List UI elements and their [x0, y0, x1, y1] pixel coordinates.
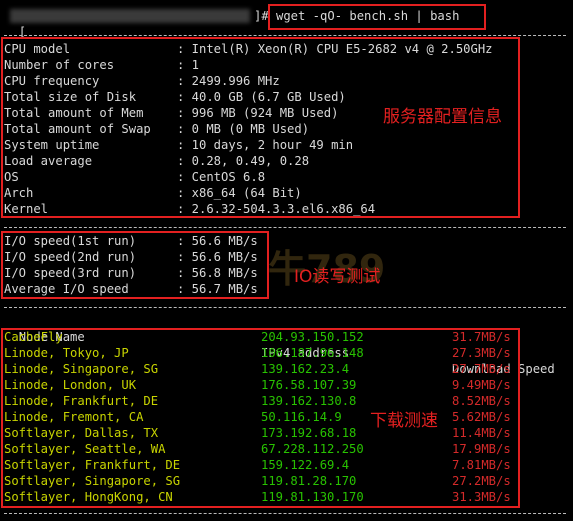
command-highlight-box	[268, 4, 486, 30]
sysinfo-highlight-box	[1, 37, 520, 218]
net-header: Node Name IPv4 address Download Speed	[4, 313, 555, 376]
annotation-io: IO读写测试	[294, 267, 381, 287]
annotation-config: 服务器配置信息	[383, 107, 502, 127]
net-highlight-box	[1, 328, 520, 508]
separator	[4, 35, 566, 36]
separator	[4, 227, 566, 228]
io-highlight-box	[1, 231, 269, 299]
redacted-host	[10, 9, 250, 23]
separator	[4, 307, 566, 308]
annotation-net: 下载测速	[370, 411, 438, 431]
prompt-end: ]#	[254, 9, 269, 23]
separator	[4, 513, 566, 514]
